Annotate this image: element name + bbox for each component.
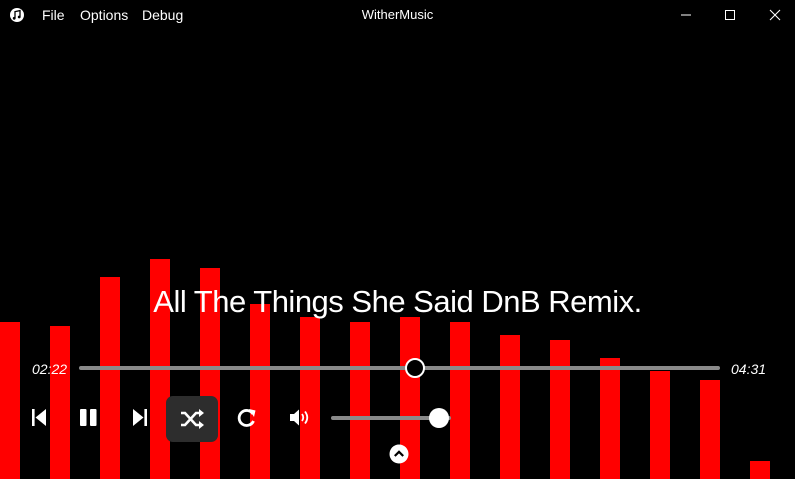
chevron-up-icon bbox=[389, 444, 409, 464]
maximize-icon bbox=[725, 10, 735, 20]
menu-file[interactable]: File bbox=[42, 7, 65, 23]
skip-next-icon bbox=[133, 409, 147, 426]
volume-button[interactable] bbox=[278, 396, 322, 440]
volume-icon bbox=[290, 409, 309, 426]
repeat-icon bbox=[237, 409, 256, 427]
total-time: 04:31 bbox=[731, 361, 767, 377]
close-button[interactable] bbox=[752, 0, 795, 30]
visualizer-bar bbox=[700, 380, 720, 479]
skip-previous-icon bbox=[32, 409, 46, 426]
seek-thumb[interactable] bbox=[404, 358, 425, 378]
maximize-button[interactable] bbox=[707, 0, 753, 30]
visualizer-bar bbox=[350, 322, 370, 479]
shuffle-button[interactable] bbox=[166, 396, 218, 442]
music-note-icon bbox=[10, 8, 24, 22]
song-title: All The Things She Said DnB Remix. bbox=[153, 284, 642, 319]
pause-button[interactable] bbox=[67, 396, 111, 440]
volume-slider[interactable] bbox=[331, 408, 451, 428]
visualizer-bar bbox=[750, 461, 770, 479]
previous-button[interactable] bbox=[17, 396, 61, 440]
visualizer-bar bbox=[550, 340, 570, 479]
expand-button[interactable] bbox=[389, 444, 409, 464]
visualizer-bar bbox=[600, 358, 620, 479]
shuffle-icon bbox=[181, 409, 204, 429]
title-bar: File Options Debug WitherMusic bbox=[0, 0, 795, 30]
next-button[interactable] bbox=[117, 396, 161, 440]
menu-debug[interactable]: Debug bbox=[142, 7, 183, 23]
volume-thumb[interactable] bbox=[429, 408, 449, 428]
minimize-icon bbox=[681, 14, 691, 16]
current-time: 02:22 bbox=[32, 361, 68, 377]
close-icon bbox=[769, 9, 781, 21]
visualizer-bar bbox=[450, 322, 470, 479]
visualizer-bar bbox=[500, 335, 520, 479]
pause-icon bbox=[80, 409, 97, 426]
repeat-button[interactable] bbox=[224, 396, 268, 440]
visualizer-bar bbox=[250, 304, 270, 479]
menu-options[interactable]: Options bbox=[80, 7, 128, 23]
visualizer-bar bbox=[650, 371, 670, 479]
seek-bar[interactable] bbox=[79, 358, 720, 378]
minimize-button[interactable] bbox=[663, 0, 709, 30]
